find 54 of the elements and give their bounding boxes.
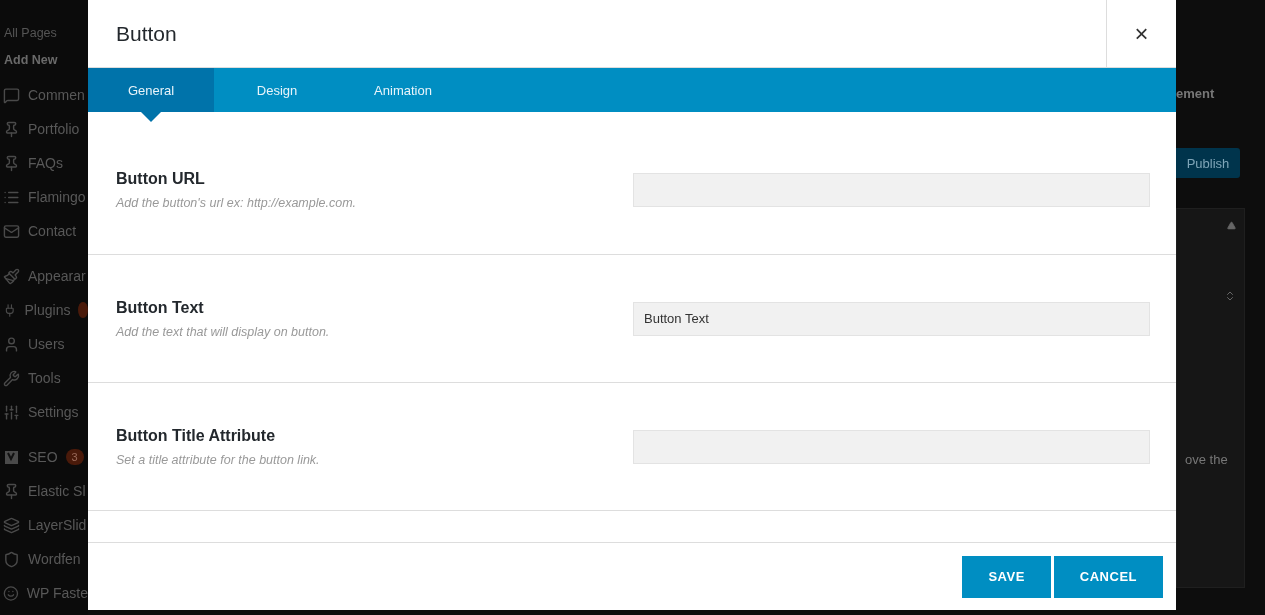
- wrench-icon: [3, 369, 20, 387]
- submenu-item[interactable]: All Pages: [4, 26, 57, 49]
- section-heading: ement: [1176, 86, 1215, 101]
- menu-item-label[interactable]: Contact: [28, 223, 77, 239]
- tab-pointer-icon: [141, 112, 161, 122]
- paintbrush-icon: [3, 267, 20, 285]
- menu-item-label[interactable]: Users: [28, 336, 65, 352]
- pin-icon: [3, 120, 20, 138]
- menu-item-label[interactable]: WP Faste: [26, 585, 88, 601]
- menu-item-label[interactable]: Settings: [28, 404, 79, 420]
- text-field[interactable]: [633, 173, 1150, 207]
- menu-item-label[interactable]: Flamingo: [28, 189, 86, 205]
- field-description: Set a title attribute for the button link.: [116, 452, 320, 467]
- envelope-icon: [3, 222, 20, 240]
- field-description: Add the button's url ex: http://example.com.: [116, 196, 356, 210]
- menu-item-label[interactable]: Portfolio: [28, 121, 80, 137]
- select-arrows-icon[interactable]: [1224, 290, 1236, 302]
- pin-icon: [3, 154, 20, 172]
- text-field[interactable]: Button Text: [633, 301, 1150, 336]
- notification-dot: [78, 302, 88, 318]
- plug-icon: [3, 301, 17, 319]
- field-description: Add the text that will display on button.: [116, 324, 330, 339]
- menu-item-label[interactable]: FAQs: [28, 155, 63, 171]
- submenu-item[interactable]: Add New: [4, 53, 58, 76]
- shield-icon: [3, 550, 20, 568]
- menu-item-label[interactable]: Wordfen: [28, 551, 81, 567]
- layers-icon: [3, 516, 20, 534]
- menu-item-label[interactable]: Plugins: [24, 302, 71, 318]
- dialog-title: Button: [115, 21, 178, 47]
- count-badge: 3: [65, 449, 84, 465]
- user-icon: [3, 335, 20, 353]
- pin-icon: [3, 482, 20, 500]
- field-label: Button Title Attribute: [116, 426, 276, 445]
- cancel-button[interactable]: CANCEL: [1053, 555, 1163, 598]
- collapse-icon[interactable]: [1227, 221, 1236, 230]
- y-logo-icon: [3, 448, 20, 466]
- sliders-icon: [3, 403, 20, 421]
- text-field[interactable]: [633, 429, 1150, 464]
- speech-bubble-icon: [3, 86, 20, 104]
- field-label: Button URL: [116, 170, 205, 188]
- menu-item-label[interactable]: Tools: [28, 370, 61, 386]
- save-button[interactable]: SAVE: [962, 555, 1051, 598]
- menu-item-label[interactable]: SEO: [28, 449, 58, 465]
- menu-item-label[interactable]: Appearar: [28, 268, 86, 284]
- menu-item-label[interactable]: Commen: [28, 87, 85, 103]
- menu-item-label[interactable]: Elastic Sl: [28, 483, 86, 499]
- field-label: Button Text: [116, 298, 204, 317]
- menu-item-label[interactable]: LayerSlid: [28, 517, 87, 533]
- publish-button[interactable]: Publish: [1176, 148, 1240, 178]
- face-icon: [3, 584, 19, 602]
- panel-text: ove the: [1185, 452, 1228, 467]
- tab[interactable]: Animation: [340, 68, 466, 112]
- tab[interactable]: General: [88, 68, 214, 112]
- tab[interactable]: Design: [214, 68, 340, 112]
